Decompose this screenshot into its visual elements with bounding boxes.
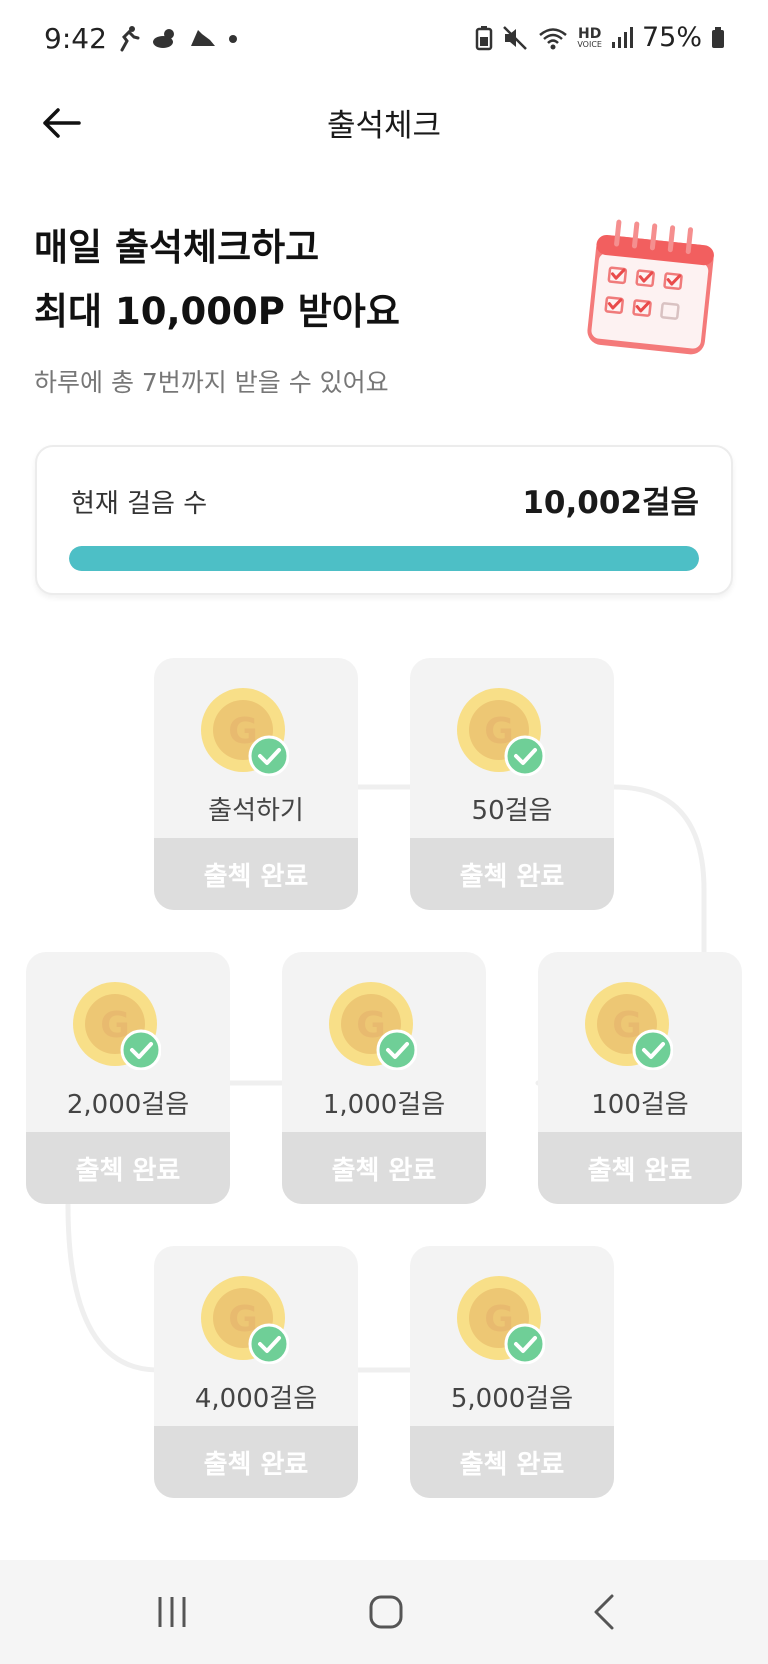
check-badge-icon	[248, 735, 289, 776]
recent-apps-button[interactable]	[142, 1590, 202, 1634]
coin-icon: G	[585, 982, 673, 1070]
coin-icon: G	[201, 688, 289, 776]
check-badge-icon	[376, 1029, 417, 1070]
attendance-complete-button[interactable]: 출첵 완료	[26, 1132, 230, 1204]
attendance-complete-button[interactable]: 출첵 완료	[410, 838, 614, 910]
tile-label: 2,000걸음	[66, 1090, 190, 1120]
tile-100-steps: G 100걸음출첵 완료	[538, 952, 742, 1204]
check-badge-icon	[248, 1323, 289, 1364]
progress-path	[65, 784, 707, 1373]
back-nav-button[interactable]	[574, 1590, 634, 1634]
tile-label: 100걸음	[591, 1090, 689, 1120]
check-badge-icon	[504, 1323, 545, 1364]
coin-icon: G	[457, 1276, 545, 1364]
tile-label: 4,000걸음	[194, 1384, 318, 1414]
attendance-complete-button[interactable]: 출첵 완료	[282, 1132, 486, 1204]
home-icon	[369, 1595, 403, 1629]
home-button[interactable]	[356, 1590, 416, 1634]
check-badge-icon	[632, 1029, 673, 1070]
coin-icon: G	[457, 688, 545, 776]
attendance-complete-button[interactable]: 출첵 완료	[410, 1426, 614, 1498]
attendance-complete-button[interactable]: 출첵 완료	[154, 838, 358, 910]
attendance-complete-button[interactable]: 출첵 완료	[538, 1132, 742, 1204]
tile-label: 출석하기	[208, 796, 304, 826]
tile-5000-steps: G 5,000걸음출첵 완료	[410, 1246, 614, 1498]
tile-4000-steps: G 4,000걸음출첵 완료	[154, 1246, 358, 1498]
coin-icon: G	[73, 982, 161, 1070]
recent-apps-icon	[158, 1597, 186, 1627]
coin-icon: G	[201, 1276, 289, 1364]
tile-label: 50걸음	[471, 796, 553, 826]
navigation-bar	[0, 1560, 768, 1664]
tile-label: 1,000걸음	[322, 1090, 446, 1120]
attendance-complete-button[interactable]: 출첵 완료	[154, 1426, 358, 1498]
coin-icon: G	[329, 982, 417, 1070]
tile-1000-steps: G 1,000걸음출첵 완료	[282, 952, 486, 1204]
tile-2000-steps: G 2,000걸음출첵 완료	[26, 952, 230, 1204]
check-badge-icon	[120, 1029, 161, 1070]
tile-label: 5,000걸음	[450, 1384, 574, 1414]
check-badge-icon	[504, 735, 545, 776]
back-nav-icon	[594, 1594, 614, 1630]
tile-attendance: G 출석하기출첵 완료	[154, 658, 358, 910]
tile-50-steps: G 50걸음출첵 완료	[410, 658, 614, 910]
